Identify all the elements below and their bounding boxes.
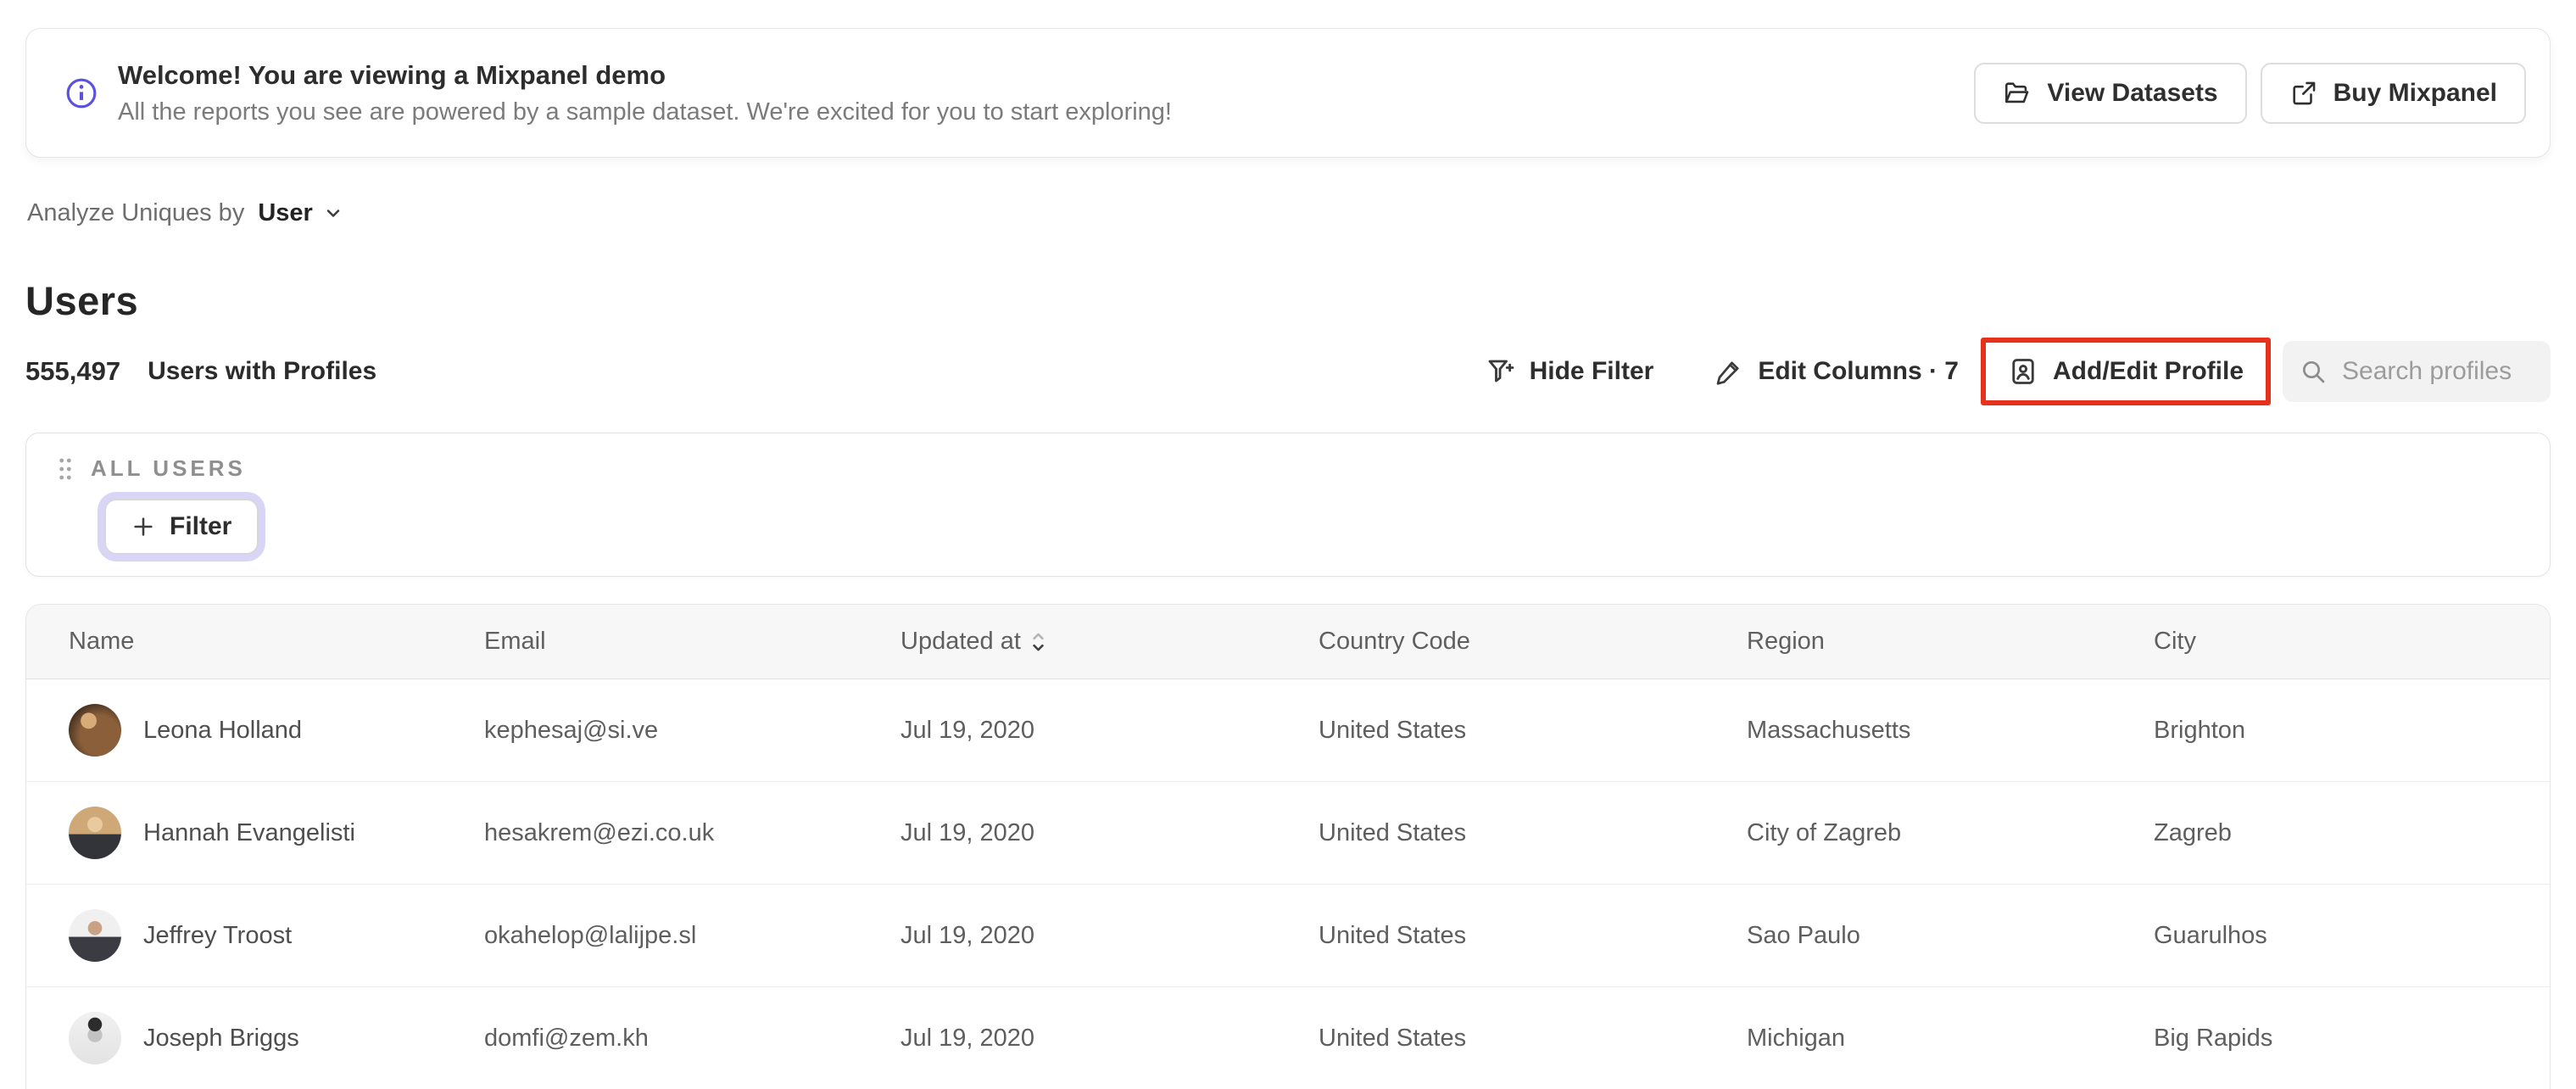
user-updated-at: Jul 19, 2020 (900, 921, 1035, 949)
add-filter-label: Filter (170, 512, 232, 540)
info-circle-icon (65, 77, 98, 109)
edit-columns-label: Edit Columns · 7 (1758, 357, 1959, 385)
user-email: okahelop@lalijpe.sl (484, 921, 697, 949)
table-row[interactable]: Jeffrey Troost okahelop@lalijpe.sl Jul 1… (26, 885, 2550, 987)
user-country-code: United States (1319, 716, 1467, 744)
edit-columns-button[interactable]: Edit Columns · 7 (1715, 357, 1959, 386)
user-country-code: United States (1319, 1024, 1467, 1052)
user-city: Brighton (2154, 716, 2246, 744)
user-region: Sao Paulo (1747, 921, 1860, 949)
external-link-icon (2289, 79, 2318, 108)
user-city: Big Rapids (2154, 1024, 2273, 1052)
pencil-icon (1715, 357, 1743, 386)
user-email: kephesaj@si.ve (484, 716, 659, 744)
search-profiles-box[interactable] (2283, 341, 2551, 402)
search-profiles-input[interactable] (2340, 356, 2534, 387)
analyze-by-dropdown[interactable]: User (258, 199, 313, 227)
banner-subtitle: All the reports you see are powered by a… (118, 98, 1172, 126)
view-datasets-button[interactable]: View Datasets (1974, 62, 2247, 124)
user-updated-at: Jul 19, 2020 (900, 716, 1035, 744)
column-header-city[interactable]: City (2154, 628, 2550, 656)
funnel-plus-icon (1485, 356, 1515, 387)
hide-filter-button[interactable]: Hide Filter (1485, 356, 1654, 387)
buy-mixpanel-label: Buy Mixpanel (2333, 78, 2497, 107)
user-region: Michigan (1747, 1024, 1846, 1052)
view-datasets-label: View Datasets (2047, 78, 2218, 107)
page-title: Users (25, 278, 139, 324)
table-row[interactable]: Hannah Evangelisti hesakrem@ezi.co.uk Ju… (26, 782, 2550, 885)
user-country-code: United States (1319, 818, 1467, 846)
folder-icon (2003, 79, 2032, 108)
user-name: Leona Holland (143, 716, 303, 744)
user-name: Joseph Briggs (143, 1024, 299, 1052)
plus-icon (131, 515, 155, 539)
add-edit-profile-button[interactable]: Add/Edit Profile (2008, 356, 2244, 387)
user-city: Zagreb (2154, 818, 2232, 846)
table-row[interactable]: Joseph Briggs domfi@zem.kh Jul 19, 2020 … (26, 987, 2550, 1089)
user-city: Guarulhos (2154, 921, 2267, 949)
drag-handle-icon[interactable] (57, 456, 74, 482)
user-email: domfi@zem.kh (484, 1024, 649, 1052)
user-updated-at: Jul 19, 2020 (900, 1024, 1035, 1052)
avatar (69, 704, 121, 757)
avatar (69, 909, 121, 962)
table-row[interactable]: Leona Holland kephesaj@si.ve Jul 19, 202… (26, 679, 2550, 782)
filter-panel: ALL USERS Filter (25, 433, 2551, 577)
user-email: hesakrem@ezi.co.uk (484, 818, 715, 846)
column-header-email[interactable]: Email (484, 628, 900, 656)
buy-mixpanel-button[interactable]: Buy Mixpanel (2260, 62, 2526, 124)
welcome-banner: Welcome! You are viewing a Mixpanel demo… (25, 28, 2551, 158)
add-filter-button[interactable]: Filter (104, 499, 259, 555)
column-header-name[interactable]: Name (69, 628, 484, 656)
add-edit-profile-highlight: Add/Edit Profile (1981, 338, 2271, 405)
add-edit-profile-label: Add/Edit Profile (2053, 357, 2244, 385)
avatar (69, 1012, 121, 1064)
profile-count-label: Users with Profiles (148, 357, 377, 385)
analyze-uniques-bar: Analyze Uniques by User (27, 195, 343, 231)
column-header-country-code[interactable]: Country Code (1319, 628, 1747, 656)
user-updated-at: Jul 19, 2020 (900, 818, 1035, 846)
chevron-down-icon[interactable] (323, 203, 343, 223)
search-icon (2300, 358, 2327, 385)
column-header-updated-at[interactable]: Updated at (900, 628, 1319, 656)
profile-badge-icon (2008, 356, 2038, 387)
table-header-row: Name Email Updated at Country Code Regio… (26, 605, 2550, 679)
hide-filter-label: Hide Filter (1529, 357, 1654, 385)
user-name: Hannah Evangelisti (143, 818, 355, 846)
user-country-code: United States (1319, 921, 1467, 949)
users-table: Name Email Updated at Country Code Regio… (25, 604, 2551, 1089)
user-region: Massachusetts (1747, 716, 1911, 744)
banner-title: Welcome! You are viewing a Mixpanel demo (118, 59, 666, 90)
filter-group-label: ALL USERS (91, 455, 246, 481)
user-region: City of Zagreb (1747, 818, 1902, 846)
user-name: Jeffrey Troost (143, 921, 293, 949)
avatar (69, 807, 121, 859)
profile-count: 555,497 (25, 356, 121, 386)
analyze-uniques-label: Analyze Uniques by (27, 198, 245, 226)
column-header-region[interactable]: Region (1747, 628, 2154, 656)
sort-icon (1031, 630, 1045, 654)
